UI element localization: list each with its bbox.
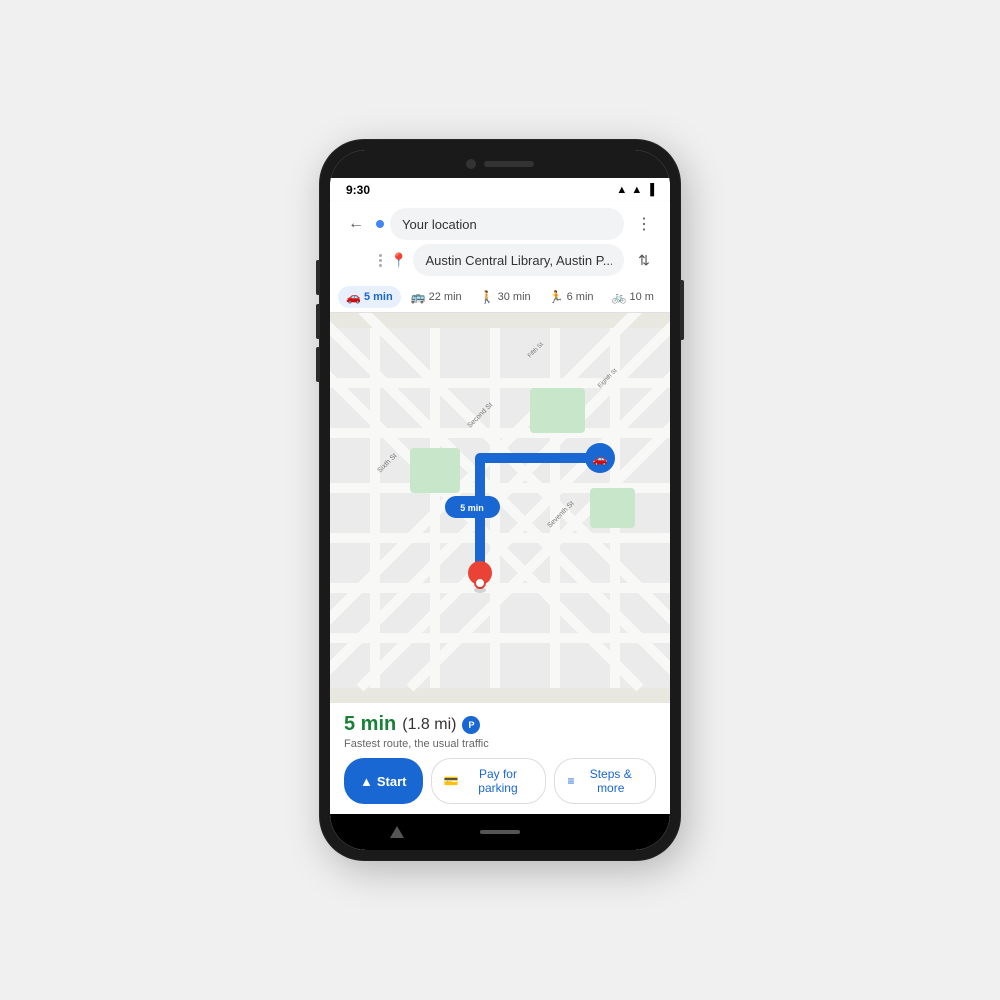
status-time: 9:30 xyxy=(346,183,370,197)
pay-parking-button[interactable]: 💳 Pay for parking xyxy=(431,758,547,804)
destination-input[interactable] xyxy=(413,244,624,276)
map-svg: Sixth St Second St Seventh St Eighth St … xyxy=(330,313,670,703)
navigation-header: ← ⋮ 📍 ⇅ xyxy=(330,202,670,282)
run-icon: 🏃 xyxy=(549,290,564,304)
bus-icon: 🚌 xyxy=(411,290,426,304)
route-connector xyxy=(376,253,384,268)
list-icon: ≡ xyxy=(567,774,574,788)
parking-circle-icon: P xyxy=(462,716,480,734)
svg-text:5 min: 5 min xyxy=(460,503,484,513)
destination-pin-icon: 📍 xyxy=(390,252,407,269)
tab-walking-label: 30 min xyxy=(498,291,531,303)
destination-row: 📍 ⇅ xyxy=(342,244,658,276)
status-icons: ▲ ▲ ▐ xyxy=(616,184,654,196)
tab-cycling[interactable]: 🚲 10 m xyxy=(604,286,662,308)
transport-tabs: 🚗 5 min 🚌 22 min 🚶 30 min 🏃 6 min 🚲 10 m xyxy=(330,282,670,313)
start-arrow-icon: ▲ xyxy=(360,774,373,789)
route-distance: (1.8 mi) xyxy=(402,716,456,734)
assistant-button xyxy=(316,347,320,382)
more-options-button[interactable]: ⋮ xyxy=(630,210,658,238)
origin-dot-icon xyxy=(376,220,384,228)
wifi-icon: ▲ xyxy=(616,184,627,196)
tab-driving-label: 5 min xyxy=(364,291,393,303)
map-area[interactable]: Sixth St Second St Seventh St Eighth St … xyxy=(330,313,670,703)
signal-icon: ▲ xyxy=(631,184,642,196)
tab-transit-label: 22 min xyxy=(429,291,462,303)
earpiece xyxy=(484,161,534,167)
phone-screen: 9:30 ▲ ▲ ▐ ← ⋮ 📍 xyxy=(330,150,670,850)
walk-icon: 🚶 xyxy=(480,290,495,304)
tab-cycling-label: 10 m xyxy=(629,291,653,303)
front-camera xyxy=(466,159,476,169)
origin-row: ← ⋮ xyxy=(342,208,658,240)
tab-walking[interactable]: 🚶 30 min xyxy=(472,286,539,308)
power-button xyxy=(680,280,684,340)
tab-running-label: 6 min xyxy=(567,291,594,303)
status-bar: 9:30 ▲ ▲ ▐ xyxy=(330,178,670,202)
route-time: 5 min xyxy=(344,713,396,736)
tab-driving[interactable]: 🚗 5 min xyxy=(338,286,401,308)
car-icon: 🚗 xyxy=(346,290,361,304)
bottom-navigation-bar xyxy=(330,814,670,850)
bike-icon: 🚲 xyxy=(612,290,627,304)
origin-input[interactable] xyxy=(390,208,624,240)
route-time-row: 5 min (1.8 mi) P xyxy=(344,713,656,736)
back-gesture-icon[interactable] xyxy=(390,826,404,838)
route-description: Fastest route, the usual traffic xyxy=(344,738,656,750)
start-button[interactable]: ▲ Start xyxy=(344,758,423,804)
svg-text:🚗: 🚗 xyxy=(593,452,608,466)
battery-icon: ▐ xyxy=(646,184,654,196)
swap-routes-button[interactable]: ⇅ xyxy=(630,246,658,274)
phone-top-bar xyxy=(330,150,670,178)
volume-down-button xyxy=(316,304,320,339)
back-button[interactable]: ← xyxy=(342,210,370,238)
volume-up-button xyxy=(316,260,320,295)
phone-frame: 9:30 ▲ ▲ ▐ ← ⋮ 📍 xyxy=(320,140,680,860)
steps-more-button[interactable]: ≡ Steps & more xyxy=(554,758,656,804)
home-gesture-pill[interactable] xyxy=(480,830,520,834)
route-panel: 5 min (1.8 mi) P Fastest route, the usua… xyxy=(330,703,670,814)
action-buttons: ▲ Start 💳 Pay for parking ≡ Steps & more xyxy=(344,758,656,804)
tab-running[interactable]: 🏃 6 min xyxy=(541,286,602,308)
tab-transit[interactable]: 🚌 22 min xyxy=(403,286,470,308)
credit-card-icon: 💳 xyxy=(444,774,459,788)
